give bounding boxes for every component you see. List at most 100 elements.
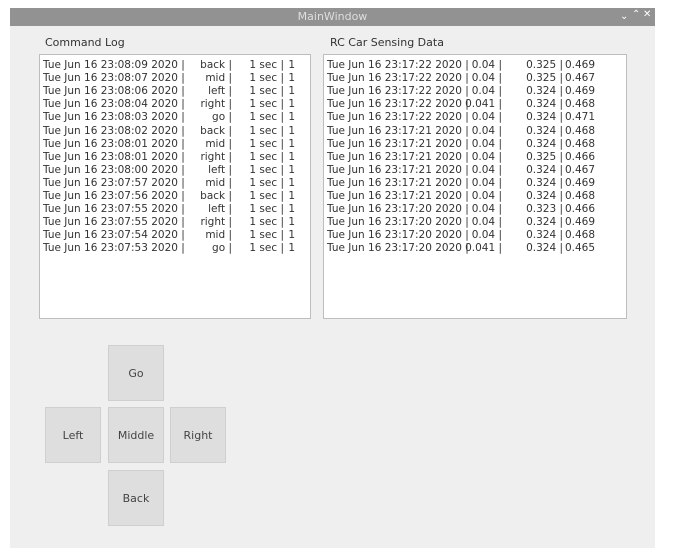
sensing-data-row[interactable]: Tue Jun 16 23:17:22 2020 | 0.04 | 0.325 | 0… [324,71,626,85]
command-log-row[interactable]: Tue Jun 16 23:08:04 2020 | right | 1 sec |… [40,97,310,111]
log-command: mid | [205,72,232,85]
minimize-icon[interactable]: ⌄ [620,11,628,22]
sensing-data-row[interactable]: Tue Jun 16 23:17:20 2020 | 0.04 | 0.324 | 0… [324,215,626,229]
log-timestamp: Tue Jun 16 23:07:54 2020 | [43,229,185,242]
log-command: right | [200,216,232,229]
sensing-data-row[interactable]: Tue Jun 16 23:17:21 2020 | 0.04 | 0.325 | 0… [324,150,626,164]
command-log-row[interactable]: Tue Jun 16 23:07:53 2020 | go | 1 sec | 1 [40,241,310,255]
sense-timestamp: Tue Jun 16 23:17:21 2020 | [327,150,469,163]
command-log-row[interactable]: Tue Jun 16 23:08:06 2020 | left | 1 sec | 1 [40,84,310,98]
log-count: 1 [288,137,295,150]
sensing-data-row[interactable]: Tue Jun 16 23:17:22 2020 | 0.04 | 0.325 | 0… [324,58,626,72]
log-duration: 1 sec | [249,72,284,85]
log-timestamp: Tue Jun 16 23:08:07 2020 | [43,72,185,85]
sense-timestamp: Tue Jun 16 23:17:22 2020 | [327,111,469,124]
sense-value-a: 0.04 | [471,203,502,216]
sense-timestamp: Tue Jun 16 23:17:22 2020 | [327,85,469,98]
sense-value-c: 0.471 [564,111,595,124]
sensing-data-row[interactable]: Tue Jun 16 23:17:21 2020 | 0.04 | 0.324 | 0… [324,137,626,151]
command-log-row[interactable]: Tue Jun 16 23:08:01 2020 | mid | 1 sec | 1 [40,137,310,151]
sense-value-a: 0.04 | [471,150,502,163]
log-timestamp: Tue Jun 16 23:07:56 2020 | [43,190,185,202]
command-log-row[interactable]: Tue Jun 16 23:08:00 2020 | left | 1 sec | 1 [40,163,310,177]
log-command: back | [200,59,232,71]
log-command: mid | [205,137,232,150]
log-command: back | [200,190,232,202]
command-log-row[interactable]: Tue Jun 16 23:07:54 2020 | mid | 1 sec | 1 [40,228,310,242]
log-command: left | [208,85,232,98]
sense-timestamp: Tue Jun 16 23:17:21 2020 | [327,190,469,202]
right-button[interactable]: Right [170,407,226,463]
log-duration: 1 sec | [249,190,284,202]
log-timestamp: Tue Jun 16 23:08:04 2020 | [43,98,185,111]
back-button[interactable]: Back [108,470,164,526]
command-log-list[interactable]: Tue Jun 16 23:08:09 2020 | back | 1 sec | 1… [39,54,311,319]
go-button[interactable]: Go [108,345,164,401]
log-duration: 1 sec | [249,124,284,137]
command-log-row[interactable]: Tue Jun 16 23:08:03 2020 | go | 1 sec | 1 [40,110,310,124]
sensing-data-row[interactable]: Tue Jun 16 23:17:22 2020 | 0.04 | 0.324 | 0… [324,110,626,124]
sensing-data-list[interactable]: Tue Jun 16 23:17:22 2020 | 0.04 | 0.325 | 0… [323,54,627,319]
maximize-icon[interactable]: ⌃ [632,9,640,20]
log-duration: 1 sec | [249,98,284,111]
sense-value-b: 0.324 | [526,216,563,229]
left-button[interactable]: Left [45,407,101,463]
command-log-row[interactable]: Tue Jun 16 23:08:02 2020 | back | 1 sec | 1 [40,124,310,138]
sensing-data-row[interactable]: Tue Jun 16 23:17:22 2020 | 0.041 | 0.324 |… [324,97,626,111]
sensing-data-row[interactable]: Tue Jun 16 23:17:22 2020 | 0.04 | 0.324 | 0… [324,84,626,98]
log-timestamp: Tue Jun 16 23:07:55 2020 | [43,216,185,229]
sense-timestamp: Tue Jun 16 23:17:20 2020 | [327,216,469,229]
log-timestamp: Tue Jun 16 23:08:02 2020 | [43,124,185,137]
sensing-data-row[interactable]: Tue Jun 16 23:17:20 2020 | 0.04 | 0.324 | 0… [324,228,626,242]
sensing-data-row[interactable]: Tue Jun 16 23:17:20 2020 | 0.04 | 0.323 | 0… [324,202,626,216]
sense-timestamp: Tue Jun 16 23:17:22 2020 | [327,72,469,85]
log-count: 1 [288,203,295,216]
sense-value-b: 0.324 | [526,163,563,176]
log-duration: 1 sec | [249,111,284,124]
sense-value-b: 0.324 | [526,242,563,255]
command-log-row[interactable]: Tue Jun 16 23:08:01 2020 | right | 1 sec |… [40,150,310,164]
sense-timestamp: Tue Jun 16 23:17:20 2020 | [327,203,469,216]
middle-button[interactable]: Middle [108,407,164,463]
command-log-row[interactable]: Tue Jun 16 23:07:56 2020 | back | 1 sec | 1 [40,189,310,203]
command-log-row[interactable]: Tue Jun 16 23:07:57 2020 | mid | 1 sec | 1 [40,176,310,190]
log-duration: 1 sec | [249,216,284,229]
sense-value-c: 0.469 [564,176,595,189]
sense-timestamp: Tue Jun 16 23:17:22 2020 | [327,59,469,71]
title-bar[interactable]: MainWindow ⌄ ⌃ ✕ [10,8,655,26]
log-timestamp: Tue Jun 16 23:08:03 2020 | [43,111,185,124]
sensing-data-row[interactable]: Tue Jun 16 23:17:21 2020 | 0.04 | 0.324 | 0… [324,124,626,138]
sense-value-a: 0.04 | [471,216,502,229]
command-log-row[interactable]: Tue Jun 16 23:07:55 2020 | left | 1 sec | 1 [40,202,310,216]
command-log-row[interactable]: Tue Jun 16 23:08:09 2020 | back | 1 sec | 1 [40,58,310,72]
command-log-row[interactable]: Tue Jun 16 23:08:07 2020 | mid | 1 sec | 1 [40,71,310,85]
log-count: 1 [288,98,295,111]
sense-value-b: 0.324 | [526,190,563,202]
sense-value-c: 0.468 [564,98,595,111]
command-log-label: Command Log [45,36,125,49]
log-duration: 1 sec | [249,163,284,176]
sense-value-a: 0.04 | [471,72,502,85]
sense-value-a: 0.04 | [471,85,502,98]
sense-value-a: 0.041 | [465,98,502,111]
log-duration: 1 sec | [249,59,284,71]
log-duration: 1 sec | [249,176,284,189]
sense-value-b: 0.325 | [526,72,563,85]
sense-value-c: 0.468 [564,190,595,202]
log-timestamp: Tue Jun 16 23:08:06 2020 | [43,85,185,98]
sensing-data-row[interactable]: Tue Jun 16 23:17:21 2020 | 0.04 | 0.324 | 0… [324,189,626,203]
sense-timestamp: Tue Jun 16 23:17:22 2020 | [327,98,469,111]
sensing-data-row[interactable]: Tue Jun 16 23:17:21 2020 | 0.04 | 0.324 | 0… [324,176,626,190]
sensing-data-row[interactable]: Tue Jun 16 23:17:20 2020 | 0.041 | 0.324 |… [324,241,626,255]
sensing-data-row[interactable]: Tue Jun 16 23:17:21 2020 | 0.04 | 0.324 | 0… [324,163,626,177]
sense-timestamp: Tue Jun 16 23:17:21 2020 | [327,163,469,176]
sense-value-c: 0.468 [564,124,595,137]
log-timestamp: Tue Jun 16 23:08:09 2020 | [43,59,185,71]
sense-value-c: 0.466 [564,203,595,216]
sense-value-a: 0.041 | [465,242,502,255]
log-duration: 1 sec | [249,229,284,242]
log-command: right | [200,150,232,163]
sense-value-a: 0.04 | [471,59,502,71]
command-log-row[interactable]: Tue Jun 16 23:07:55 2020 | right | 1 sec |… [40,215,310,229]
close-icon[interactable]: ✕ [643,9,651,20]
